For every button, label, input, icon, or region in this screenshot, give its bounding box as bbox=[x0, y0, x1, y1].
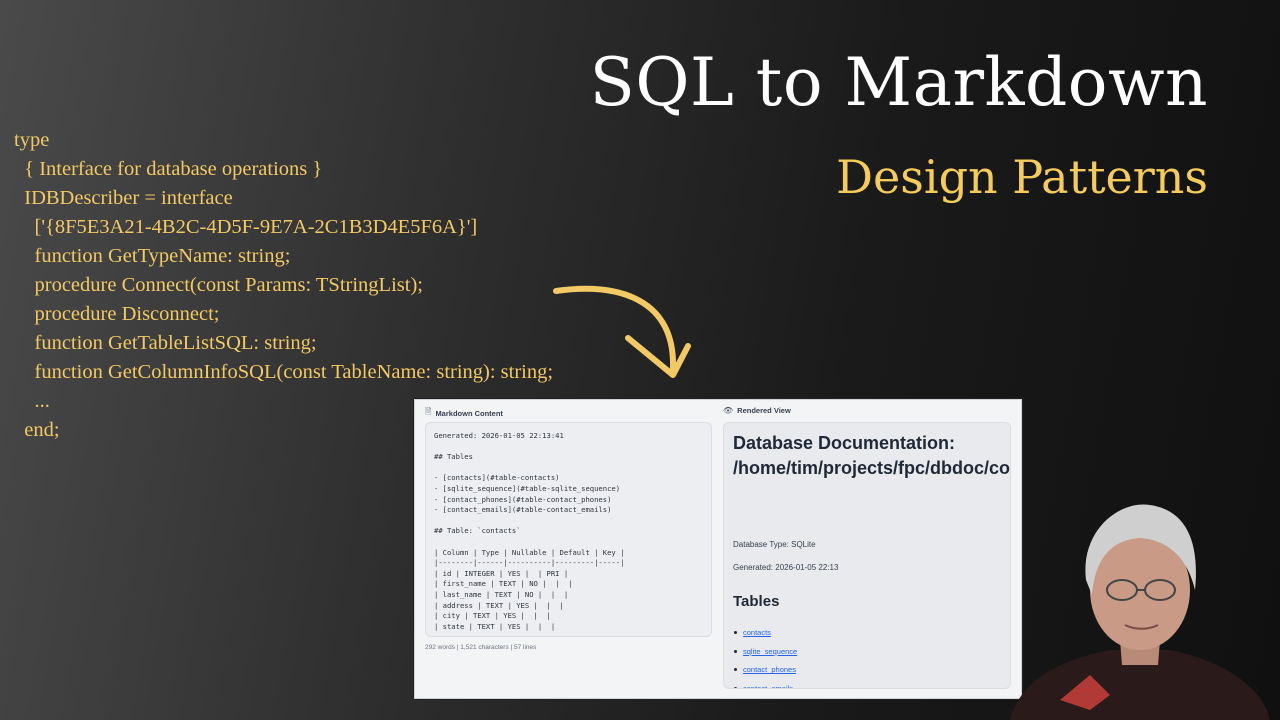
code-line: { Interface for database operations } bbox=[14, 158, 323, 180]
markdown-line: ## Tables bbox=[434, 452, 473, 462]
tables-heading: Tables bbox=[733, 593, 780, 610]
bullet-icon bbox=[734, 668, 737, 672]
markdown-line: ## Table: `contacts` bbox=[434, 526, 521, 536]
code-listing: type { Interface for database operations… bbox=[14, 126, 553, 445]
markdown-line bbox=[434, 442, 703, 453]
table-link-contact-phones[interactable]: contact_phones bbox=[743, 665, 796, 674]
rendered-panel-title: Rendered View bbox=[737, 406, 791, 415]
markdown-line: | id | INTEGER | YES | | PRI | bbox=[434, 568, 569, 578]
video-subtitle: Design Patterns bbox=[836, 150, 1208, 204]
markdown-line: - [contact_emails](#table-contact_emails… bbox=[434, 505, 612, 515]
list-item: sqlite_sequence bbox=[734, 647, 797, 666]
markdown-text: Generated: 2026-01-05 22:13:41 ## Tables -… bbox=[426, 423, 711, 636]
code-line: procedure Connect(const Params: TStringL… bbox=[14, 274, 423, 296]
rendered-view-area[interactable]: Database Documentation: /home/tim/projec… bbox=[723, 422, 1011, 689]
generated-date: Generated: 2026-01-05 22:13 bbox=[733, 563, 839, 572]
curved-arrow-icon bbox=[553, 285, 691, 378]
markdown-line: | last_name | TEXT | NO | | | bbox=[434, 589, 569, 599]
code-line: function GetColumnInfoSQL(const TableNam… bbox=[14, 361, 554, 383]
markdown-line: Generated: 2026-01-05 22:13:41 bbox=[434, 431, 564, 440]
rendered-heading: Database Documentation: /home/tim/projec… bbox=[733, 433, 1011, 478]
tables-list: contacts sqlite_sequence contact_phones … bbox=[734, 628, 797, 688]
code-line: ['{8F5E3A21-4B2C-4D5F-9E7A-2C1B3D4E5F6A}… bbox=[14, 216, 478, 238]
markdown-line bbox=[434, 463, 703, 474]
markdown-line: | city | TEXT | YES | | | bbox=[434, 611, 551, 621]
bullet-icon bbox=[734, 649, 737, 653]
markdown-line: | Column | Type | Nullable | Default | K… bbox=[434, 547, 625, 557]
markdown-line: | state | TEXT | YES | | | bbox=[434, 621, 556, 631]
database-type: Database Type: SQLite bbox=[733, 540, 816, 549]
markdown-line: | address | TEXT | YES | | | bbox=[434, 600, 564, 610]
bullet-icon bbox=[734, 687, 737, 688]
rendered-panel-header: 👁 Rendered View bbox=[723, 406, 791, 415]
markdown-stats: 292 words | 1,521 characters | 57 lines bbox=[425, 644, 537, 651]
code-line: type bbox=[14, 129, 50, 151]
code-line: function GetTypeName: string; bbox=[14, 245, 291, 267]
markdown-panel-title: Markdown Content bbox=[435, 408, 503, 418]
eye-icon: 👁 bbox=[723, 406, 734, 415]
table-link-contacts[interactable]: contacts bbox=[743, 628, 771, 637]
markdown-line: |--------|------|----------|---------|--… bbox=[434, 558, 625, 568]
markdown-line: - [contact_phones](#table-contact_phones… bbox=[434, 494, 612, 504]
markdown-line bbox=[434, 537, 703, 548]
code-line: function GetTableListSQL: string; bbox=[14, 332, 317, 354]
markdown-line: - [contacts](#table-contacts) bbox=[434, 473, 560, 483]
app-screenshot: 🗎 Markdown Content Generated: 2026-01-05… bbox=[414, 399, 1022, 699]
code-line: procedure Disconnect; bbox=[14, 303, 220, 325]
markdown-line: | first_name | TEXT | NO | | | bbox=[434, 579, 573, 589]
markdown-line bbox=[434, 516, 703, 527]
video-title: SQL to Markdown bbox=[589, 44, 1208, 121]
list-item: contacts bbox=[734, 628, 797, 647]
list-item: contact_emails bbox=[734, 684, 797, 688]
list-item: contact_phones bbox=[734, 665, 797, 684]
presenter-webcam bbox=[1010, 504, 1270, 720]
table-link-contact-emails[interactable]: contact_emails bbox=[743, 684, 793, 688]
file-icon: 🗎 bbox=[425, 407, 432, 416]
markdown-panel-header: 🗎 Markdown Content bbox=[425, 406, 503, 420]
code-line: IDBDescriber = interface bbox=[14, 187, 233, 209]
table-link-sqlite-sequence[interactable]: sqlite_sequence bbox=[743, 647, 797, 656]
markdown-content-area[interactable]: Generated: 2026-01-05 22:13:41 ## Tables -… bbox=[425, 422, 712, 637]
markdown-line: - [sqlite_sequence](#table-sqlite_sequen… bbox=[434, 483, 621, 493]
bullet-icon bbox=[734, 631, 737, 634]
